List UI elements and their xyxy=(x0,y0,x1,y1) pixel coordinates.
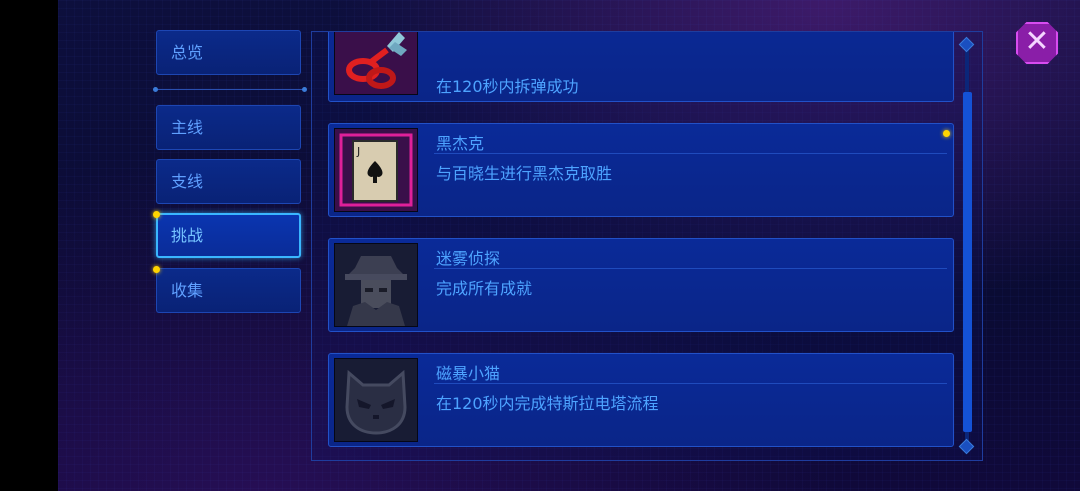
notify-dot-collection xyxy=(153,266,160,273)
left-edge xyxy=(0,0,58,491)
tab-side-quest[interactable]: 支线 xyxy=(156,159,301,204)
achievement-desc: 与百晓生进行黑杰克取胜 xyxy=(436,164,613,183)
divider xyxy=(434,268,947,269)
achievement-desc: 在120秒内完成特斯拉电塔流程 xyxy=(436,394,659,413)
scrollbar-thumb[interactable] xyxy=(963,92,972,432)
spade-jack-card-icon: J xyxy=(334,128,418,212)
tab-main-quest[interactable]: 主线 xyxy=(156,105,301,150)
wire-cutter-icon xyxy=(334,32,418,95)
tab-separator xyxy=(153,87,307,92)
achievement-desc: 完成所有成就 xyxy=(436,279,533,298)
scrollbar-cap-top xyxy=(958,36,975,53)
achievement-title: 磁暴小猫 xyxy=(436,364,501,383)
divider xyxy=(434,153,947,154)
svg-text:J: J xyxy=(356,145,360,158)
scrollbar-cap-bottom xyxy=(958,438,975,455)
achievement-list[interactable]: 在120秒内拆弹成功 J 黑杰克 与百晓生进行黑杰克取胜 迷雾侦探 完成所有成就… xyxy=(311,31,983,461)
notify-dot-challenge xyxy=(153,211,160,218)
achievement-card[interactable]: 在120秒内拆弹成功 xyxy=(328,32,954,102)
detective-icon xyxy=(334,243,418,327)
achievement-title: 迷雾侦探 xyxy=(436,249,501,268)
achievement-desc: 在120秒内拆弹成功 xyxy=(436,77,579,96)
achievement-card[interactable]: 迷雾侦探 完成所有成就 xyxy=(328,238,954,332)
close-button[interactable]: ✕ xyxy=(1016,22,1058,64)
tab-overview[interactable]: 总览 xyxy=(156,30,301,75)
achievement-card[interactable]: 磁暴小猫 在120秒内完成特斯拉电塔流程 xyxy=(328,353,954,447)
achievement-title: 黑杰克 xyxy=(436,134,485,153)
achievement-card[interactable]: J 黑杰克 与百晓生进行黑杰克取胜 xyxy=(328,123,954,217)
tab-collection[interactable]: 收集 xyxy=(156,268,301,313)
cat-icon xyxy=(334,358,418,442)
divider xyxy=(434,383,947,384)
close-icon: ✕ xyxy=(1024,24,1050,59)
notify-dot xyxy=(943,130,950,137)
tab-challenge[interactable]: 挑战 xyxy=(156,213,301,258)
